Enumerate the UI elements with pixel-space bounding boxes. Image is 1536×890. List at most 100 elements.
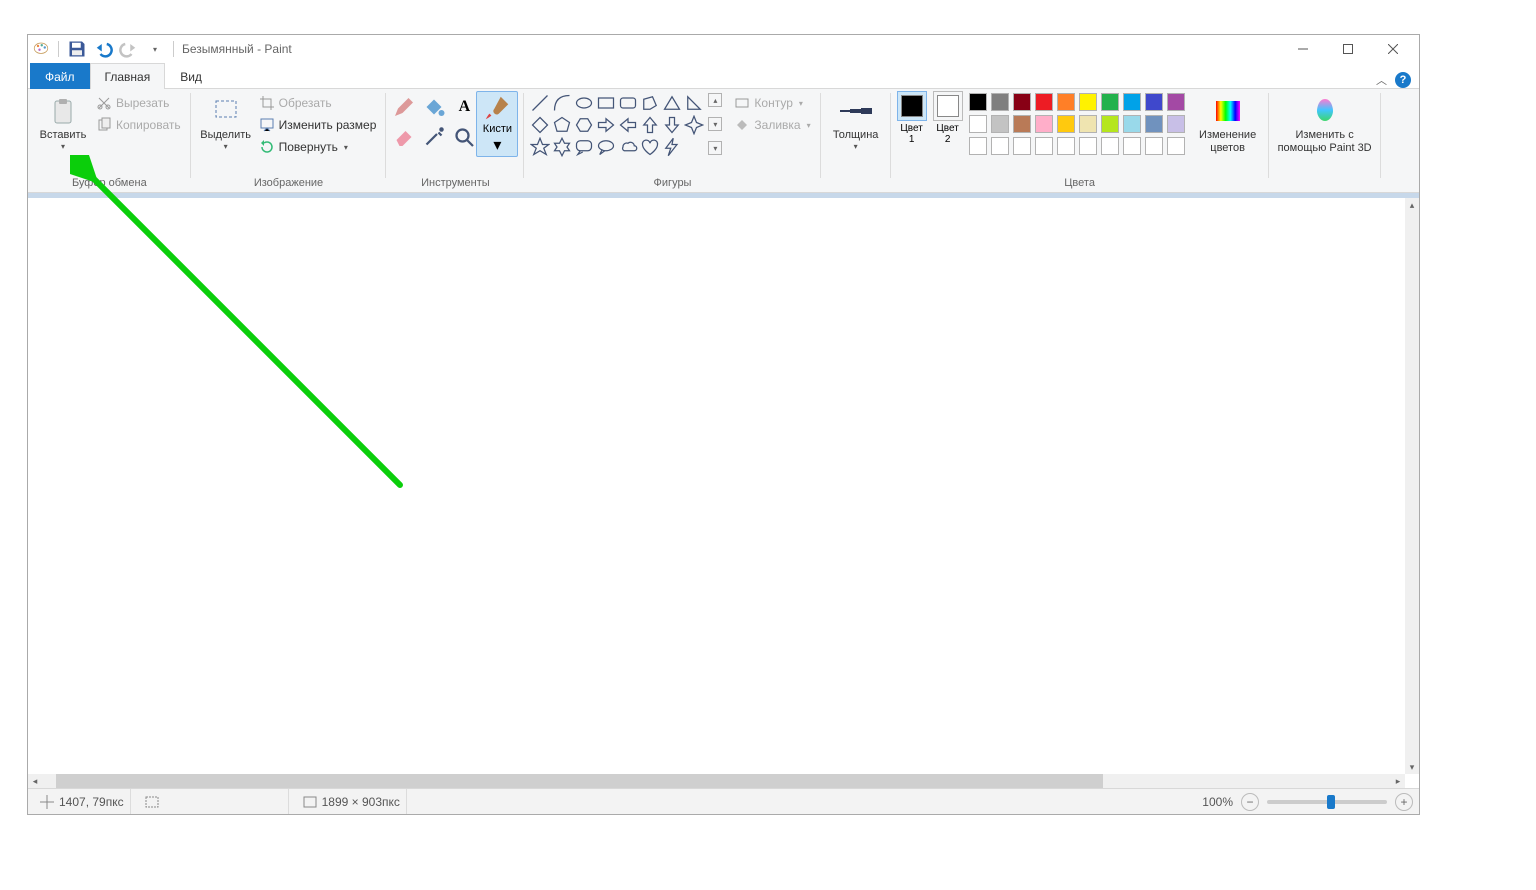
help-icon[interactable]: ? bbox=[1395, 72, 1411, 88]
palette-swatch[interactable] bbox=[1167, 137, 1185, 155]
redo-icon[interactable] bbox=[119, 39, 139, 59]
palette-swatch[interactable] bbox=[1101, 115, 1119, 133]
palette-swatch[interactable] bbox=[969, 93, 987, 111]
shapes-gallery[interactable] bbox=[530, 93, 704, 157]
select-button[interactable]: Выделить ▾ bbox=[197, 91, 255, 151]
rotate-button[interactable]: Повернуть▾ bbox=[255, 137, 381, 157]
resize-button[interactable]: Изменить размер bbox=[255, 115, 381, 135]
scroll-left-icon[interactable]: ◂ bbox=[28, 774, 42, 788]
palette-swatch[interactable] bbox=[969, 137, 987, 155]
shape-arrow-up[interactable] bbox=[640, 115, 660, 135]
shape-diamond[interactable] bbox=[530, 115, 550, 135]
cut-button[interactable]: Вырезать bbox=[92, 93, 185, 113]
palette-swatch[interactable] bbox=[1057, 137, 1075, 155]
edit-colors-button[interactable]: Изменение цветов bbox=[1193, 91, 1263, 155]
copy-button[interactable]: Копировать bbox=[92, 115, 185, 135]
shape-fill-button[interactable]: Заливка▾ bbox=[730, 115, 814, 135]
minimize-button[interactable] bbox=[1280, 35, 1325, 63]
shape-callout-cloud[interactable] bbox=[618, 137, 638, 157]
shape-curve[interactable] bbox=[552, 93, 572, 113]
tab-home[interactable]: Главная bbox=[90, 63, 166, 89]
tab-view[interactable]: Вид bbox=[165, 63, 217, 89]
shape-pentagon[interactable] bbox=[552, 115, 572, 135]
magnifier-tool[interactable] bbox=[452, 125, 476, 149]
palette-swatch[interactable] bbox=[1145, 93, 1163, 111]
brushes-button[interactable]: Кисти ▾ bbox=[476, 91, 518, 157]
shape-oval[interactable] bbox=[574, 93, 594, 113]
palette-swatch[interactable] bbox=[1035, 93, 1053, 111]
undo-icon[interactable] bbox=[93, 39, 113, 59]
vertical-scrollbar[interactable]: ▴ ▾ bbox=[1405, 198, 1419, 774]
palette-swatch[interactable] bbox=[1123, 137, 1141, 155]
shape-outline-button[interactable]: Контур▾ bbox=[730, 93, 814, 113]
shape-triangle[interactable] bbox=[662, 93, 682, 113]
shape-lightning[interactable] bbox=[662, 137, 682, 157]
canvas[interactable] bbox=[28, 198, 1405, 774]
zoom-out-button[interactable]: − bbox=[1241, 793, 1259, 811]
shape-rect[interactable] bbox=[596, 93, 616, 113]
shape-heart[interactable] bbox=[640, 137, 660, 157]
tab-file[interactable]: Файл bbox=[30, 63, 90, 89]
palette-swatch[interactable] bbox=[1167, 115, 1185, 133]
size-button[interactable]: Толщина ▾ bbox=[827, 91, 885, 151]
shape-star4[interactable] bbox=[684, 115, 704, 135]
palette-swatch[interactable] bbox=[1101, 137, 1119, 155]
save-icon[interactable] bbox=[67, 39, 87, 59]
scroll-up-icon[interactable]: ▴ bbox=[1405, 198, 1419, 212]
palette-swatch[interactable] bbox=[1057, 115, 1075, 133]
color2-button[interactable] bbox=[933, 91, 963, 121]
palette-swatch[interactable] bbox=[991, 137, 1009, 155]
shape-right-triangle[interactable] bbox=[684, 93, 704, 113]
crop-button[interactable]: Обрезать bbox=[255, 93, 381, 113]
shape-hexagon[interactable] bbox=[574, 115, 594, 135]
paste-button[interactable]: Вставить ▾ bbox=[34, 91, 92, 151]
color1-button[interactable] bbox=[897, 91, 927, 121]
shape-arrow-left[interactable] bbox=[618, 115, 638, 135]
palette-swatch[interactable] bbox=[1145, 137, 1163, 155]
shape-round-rect[interactable] bbox=[618, 93, 638, 113]
palette-swatch[interactable] bbox=[1079, 137, 1097, 155]
shape-star5[interactable] bbox=[530, 137, 550, 157]
shape-callout-oval[interactable] bbox=[596, 137, 616, 157]
qat-dropdown-icon[interactable]: ▾ bbox=[145, 39, 165, 59]
shape-arrow-down[interactable] bbox=[662, 115, 682, 135]
paint3d-button[interactable]: Изменить с помощью Paint 3D bbox=[1275, 91, 1375, 155]
palette-swatch[interactable] bbox=[1079, 115, 1097, 133]
palette-swatch[interactable] bbox=[1035, 137, 1053, 155]
palette-swatch[interactable] bbox=[1101, 93, 1119, 111]
pencil-tool[interactable] bbox=[392, 95, 416, 119]
collapse-ribbon-icon[interactable]: ︿ bbox=[1376, 72, 1387, 88]
close-button[interactable] bbox=[1370, 35, 1415, 63]
palette-swatch[interactable] bbox=[1035, 115, 1053, 133]
shape-callout-rounded[interactable] bbox=[574, 137, 594, 157]
shape-polygon[interactable] bbox=[640, 93, 660, 113]
palette-swatch[interactable] bbox=[1013, 115, 1031, 133]
shapes-scroll-up[interactable]: ▴ bbox=[708, 93, 722, 107]
fill-tool[interactable] bbox=[422, 95, 446, 119]
palette-swatch[interactable] bbox=[991, 115, 1009, 133]
shapes-expand[interactable]: ▾ bbox=[708, 141, 722, 155]
scrollbar-thumb[interactable] bbox=[56, 774, 1103, 788]
shapes-scroll-down[interactable]: ▾ bbox=[708, 117, 722, 131]
scroll-down-icon[interactable]: ▾ bbox=[1405, 760, 1419, 774]
zoom-in-button[interactable]: + bbox=[1395, 793, 1413, 811]
palette-swatch[interactable] bbox=[991, 93, 1009, 111]
shape-line[interactable] bbox=[530, 93, 550, 113]
shape-arrow-right[interactable] bbox=[596, 115, 616, 135]
eraser-tool[interactable] bbox=[392, 125, 416, 149]
horizontal-scrollbar[interactable]: ◂ ▸ bbox=[28, 774, 1405, 788]
text-tool[interactable]: A bbox=[452, 95, 476, 119]
shape-star6[interactable] bbox=[552, 137, 572, 157]
palette-swatch[interactable] bbox=[969, 115, 987, 133]
zoom-slider[interactable] bbox=[1267, 800, 1387, 804]
scroll-right-icon[interactable]: ▸ bbox=[1391, 774, 1405, 788]
palette-swatch[interactable] bbox=[1057, 93, 1075, 111]
color-picker-tool[interactable] bbox=[422, 125, 446, 149]
palette-swatch[interactable] bbox=[1167, 93, 1185, 111]
maximize-button[interactable] bbox=[1325, 35, 1370, 63]
palette-swatch[interactable] bbox=[1123, 115, 1141, 133]
palette-swatch[interactable] bbox=[1013, 93, 1031, 111]
palette-swatch[interactable] bbox=[1013, 137, 1031, 155]
palette-swatch[interactable] bbox=[1079, 93, 1097, 111]
palette-swatch[interactable] bbox=[1123, 93, 1141, 111]
